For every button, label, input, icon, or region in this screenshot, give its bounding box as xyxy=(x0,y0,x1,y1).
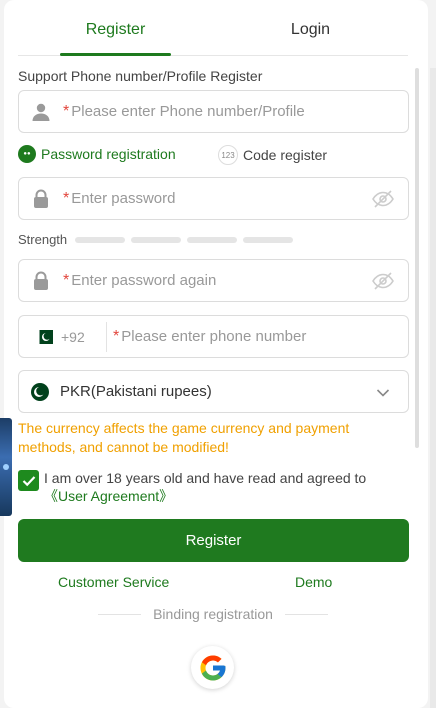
demo-link[interactable]: Demo xyxy=(295,574,332,590)
currency-value: PKR(Pakistani rupees) xyxy=(60,383,212,400)
code-icon: 123 xyxy=(218,145,238,165)
radio-password-label: Password registration xyxy=(41,146,176,162)
checkmark-icon xyxy=(22,475,35,486)
scrollbar[interactable] xyxy=(415,68,419,448)
phone-field: +92 * Please enter phone number xyxy=(18,315,409,358)
required-marker: * xyxy=(63,189,70,207)
agree-checkbox[interactable] xyxy=(18,470,39,491)
account-placeholder: Please enter Phone number/Profile xyxy=(71,103,305,120)
confirm-placeholder: Enter password again xyxy=(71,272,217,289)
lock-icon xyxy=(19,271,63,291)
binding-label: Binding registration xyxy=(153,606,273,622)
account-field[interactable]: * Please enter Phone number/Profile xyxy=(18,90,409,133)
strength-label: Strength xyxy=(18,232,68,247)
side-banner-thumbnail[interactable] xyxy=(0,418,12,516)
eye-off-icon[interactable] xyxy=(372,272,394,295)
password-field[interactable]: * Enter password xyxy=(18,177,409,220)
agreement-text: I am over 18 years old and have read and… xyxy=(44,469,413,505)
strength-bar xyxy=(131,236,182,243)
chevron-down-icon xyxy=(376,385,390,403)
required-marker: * xyxy=(113,327,120,345)
lock-icon xyxy=(19,189,63,209)
agreement-label: I am over 18 years old and have read and… xyxy=(44,470,367,486)
google-icon xyxy=(200,655,225,680)
radio-password-registration[interactable]: ●● Password registration xyxy=(18,145,176,163)
eye-off-icon[interactable] xyxy=(372,190,394,213)
auth-tabs: Register Login xyxy=(18,0,408,56)
required-marker: * xyxy=(63,271,70,289)
pakistan-flag-icon xyxy=(19,382,60,401)
register-button[interactable]: Register xyxy=(18,519,409,562)
radio-code-label: Code register xyxy=(243,147,328,163)
section-label: Support Phone number/Profile Register xyxy=(18,68,263,84)
country-code-selector[interactable]: +92 xyxy=(19,321,107,352)
password-strength: Strength xyxy=(18,232,294,247)
divider-line xyxy=(98,613,142,615)
binding-divider: Binding registration xyxy=(98,606,329,622)
divider-line xyxy=(284,613,329,615)
google-login-button[interactable] xyxy=(191,646,234,689)
phone-placeholder: Please enter phone number xyxy=(121,328,307,345)
registration-mode: ●● Password registration 123 Code regist… xyxy=(18,145,409,165)
strength-bar xyxy=(243,236,294,243)
pakistan-flag-icon xyxy=(35,329,53,344)
country-code: +92 xyxy=(61,328,85,345)
radio-code-register[interactable]: 123 Code register xyxy=(218,145,327,165)
phone-input[interactable]: * Please enter phone number xyxy=(107,328,306,346)
background-strip xyxy=(430,68,436,708)
user-icon xyxy=(19,102,63,122)
strength-bar xyxy=(187,236,238,243)
user-agreement-link[interactable]: 《User Agreement》 xyxy=(44,488,173,504)
currency-select[interactable]: PKR(Pakistani rupees) xyxy=(18,370,409,413)
customer-service-link[interactable]: Customer Service xyxy=(58,574,169,590)
confirm-password-field[interactable]: * Enter password again xyxy=(18,259,409,302)
strength-bar xyxy=(75,236,126,243)
currency-warning: The currency affects the game currency a… xyxy=(18,420,350,455)
tab-login[interactable]: Login xyxy=(213,0,408,55)
required-marker: * xyxy=(63,102,70,120)
agreement-row: I am over 18 years old and have read and… xyxy=(18,469,413,505)
tab-register[interactable]: Register xyxy=(18,0,213,56)
radio-selected-icon: ●● xyxy=(18,145,36,163)
password-placeholder: Enter password xyxy=(71,190,176,207)
